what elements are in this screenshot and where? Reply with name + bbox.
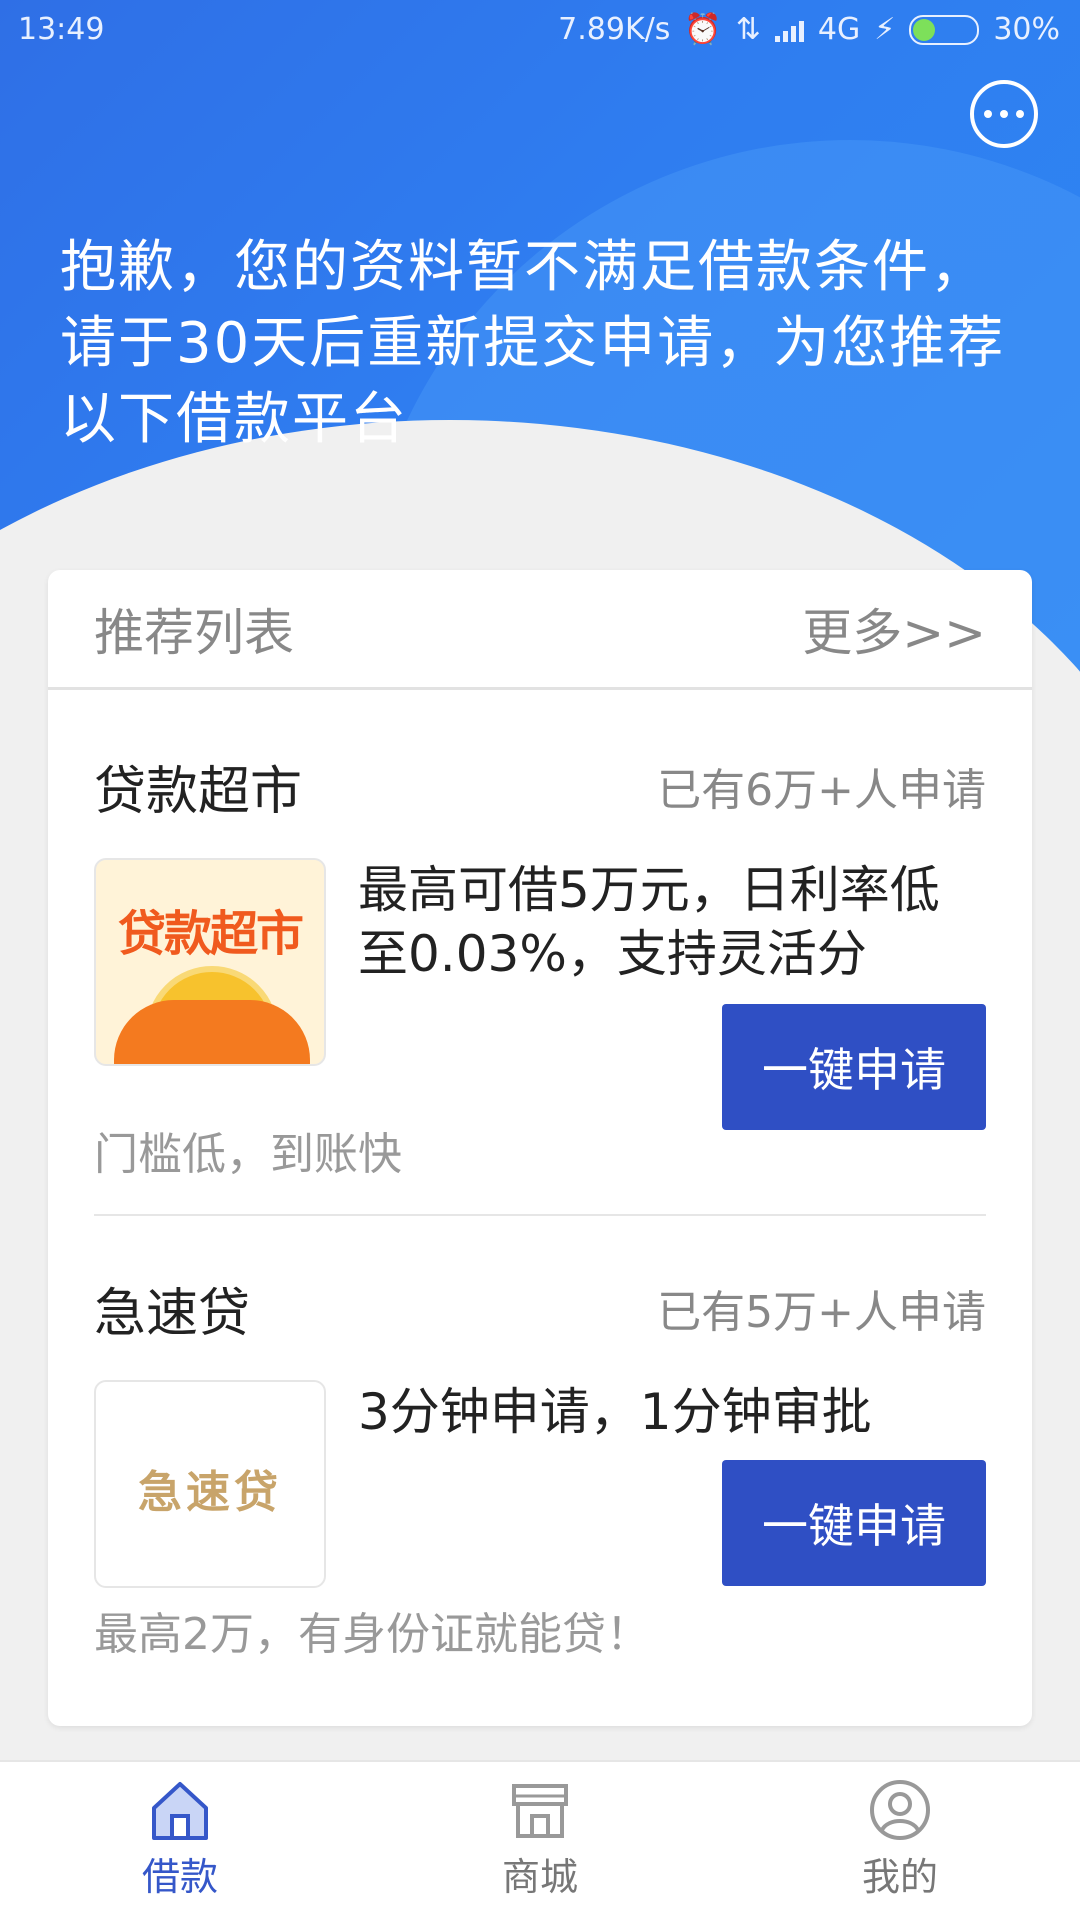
more-dots-icon[interactable] — [970, 80, 1038, 148]
item-name: 急速贷 — [94, 1283, 251, 1344]
logo-text: 急速贷 — [138, 1467, 282, 1518]
item-description: 最高可借5万元，日利率低至0.03%，支持灵活分 — [358, 861, 940, 983]
item-applicant-count: 已有6万+人申请 — [657, 765, 986, 816]
screen: 13:49 7.89K/s ⏰ ⇅ 4G ⚡ 30% 抱歉，您的资料暂不满足借款… — [0, 0, 1080, 1920]
item-applicant-count: 已有5万+人申请 — [657, 1287, 986, 1338]
apply-button[interactable]: 一键申请 — [722, 1004, 986, 1130]
rejection-notice: 抱歉，您的资料暂不满足借款条件，请于30天后重新提交申请，为您推荐以下借款平台 — [60, 235, 1006, 452]
item-body: 急速贷 3分钟申请，1分钟审批 一键申请 — [94, 1380, 986, 1596]
item-logo[interactable]: 急速贷 — [94, 1380, 326, 1588]
item-body: 100 贷款超市 最高可借5万元，日利率低至0.03%，支持灵活分 一键申请 — [94, 858, 986, 1130]
card-title: 推荐列表 — [94, 603, 294, 662]
user-icon — [870, 1780, 930, 1840]
charging-icon: ⚡ — [874, 12, 896, 47]
tab-label: 商城 — [501, 1855, 578, 1899]
recommend-card: 推荐列表 更多>> 贷款超市 已有6万+人申请 100 贷款超市 最高可借5万元… — [48, 570, 1032, 1726]
item-logo[interactable]: 100 贷款超市 — [94, 858, 326, 1066]
divider — [94, 1214, 986, 1216]
status-right: 7.89K/s ⏰ ⇅ 4G ⚡ 30% — [558, 12, 1060, 47]
logo-text: 贷款超市 — [117, 906, 304, 962]
item-header: 贷款超市 已有6万+人申请 — [94, 734, 986, 838]
store-icon — [512, 1784, 568, 1838]
item-tip: 最高2万，有身份证就能贷！ — [94, 1609, 650, 1660]
network-type: 4G — [817, 12, 861, 47]
card-header: 推荐列表 更多>> — [48, 570, 1032, 690]
signal-icon — [774, 18, 804, 42]
envelope-icon — [114, 1000, 310, 1064]
status-bar: 13:49 7.89K/s ⏰ ⇅ 4G ⚡ 30% — [0, 0, 1080, 60]
item-name: 贷款超市 — [94, 761, 303, 822]
list-item: 贷款超市 已有6万+人申请 100 贷款超市 最高可借5万元，日利率低至0.03… — [48, 734, 1032, 1216]
more-link[interactable]: 更多>> — [802, 593, 986, 665]
tab-store[interactable]: 商城 — [360, 1762, 720, 1920]
item-description: 3分钟申请，1分钟审批 — [358, 1383, 872, 1441]
net-speed: 7.89K/s — [558, 12, 671, 47]
item-header: 急速贷 已有5万+人申请 — [94, 1256, 986, 1360]
battery-level: 30% — [993, 12, 1060, 47]
tab-label: 借款 — [141, 1855, 218, 1899]
list-item: 急速贷 已有5万+人申请 急速贷 3分钟申请，1分钟审批 一键申请 最高2万，有… — [48, 1256, 1032, 1662]
tab-label: 我的 — [861, 1855, 938, 1899]
tab-bar: 借款 商城 我的 — [0, 1760, 1080, 1920]
data-transfer-icon: ⇅ — [735, 12, 761, 47]
apply-button[interactable]: 一键申请 — [722, 1460, 986, 1586]
alarm-icon: ⏰ — [684, 12, 722, 47]
battery-icon — [909, 14, 980, 45]
tab-mine[interactable]: 我的 — [720, 1762, 1080, 1920]
home-icon — [152, 1782, 208, 1840]
status-time: 13:49 — [18, 12, 105, 47]
tab-loan[interactable]: 借款 — [0, 1762, 360, 1920]
